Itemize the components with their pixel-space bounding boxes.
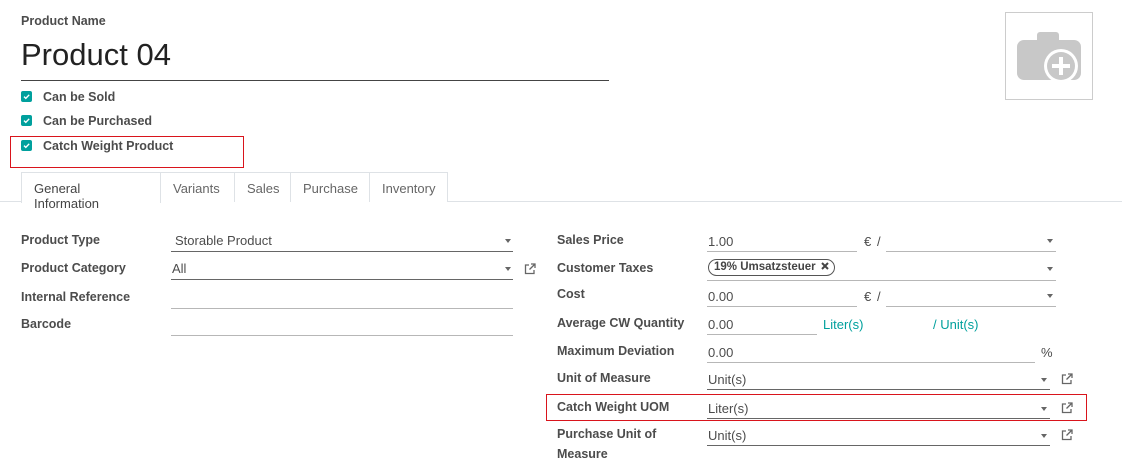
purchase-uom-value: Unit(s) <box>708 428 747 443</box>
product-category-value: All <box>172 261 187 276</box>
tax-tag-label: 19% Umsatzsteuer <box>714 261 816 273</box>
product-name-value: Product 04 <box>21 37 171 72</box>
customer-taxes-field[interactable]: 19% Umsatzsteuer <box>707 257 1056 281</box>
product-image[interactable] <box>1005 12 1093 100</box>
external-link-icon[interactable] <box>1060 401 1074 415</box>
product-name-field[interactable]: Product 04 <box>21 34 609 81</box>
product-type-label: Product Type <box>21 233 100 247</box>
purchase-uom-select[interactable]: Unit(s) <box>707 424 1050 446</box>
chevron-down-icon <box>1047 239 1053 243</box>
product-category-select[interactable]: All <box>171 258 513 280</box>
cost-input[interactable]: 0.00 <box>707 285 857 307</box>
barcode-input[interactable] <box>171 315 513 336</box>
percent-symbol: % <box>1041 345 1053 360</box>
product-type-select[interactable]: Storable Product <box>171 230 513 252</box>
sales-price-label: Sales Price <box>557 233 624 247</box>
product-category-label: Product Category <box>21 261 126 275</box>
can-be-purchased-label: Can be Purchased <box>43 114 153 128</box>
avg-cw-unit-link[interactable]: Liter(s) <box>823 317 863 332</box>
avg-cw-quantity-input[interactable]: 0.00 <box>707 313 817 335</box>
chevron-down-icon <box>1047 294 1053 298</box>
chevron-down-icon <box>1041 378 1047 382</box>
avg-cw-quantity-label: Average CW Quantity <box>557 316 685 330</box>
tab-purchase[interactable]: Purchase <box>290 172 370 202</box>
cost-label: Cost <box>557 287 585 301</box>
cw-uom-select[interactable]: Liter(s) <box>707 397 1050 419</box>
product-type-value: Storable Product <box>175 233 272 248</box>
external-link-icon[interactable] <box>1060 428 1074 442</box>
max-deviation-value: 0.00 <box>708 345 734 360</box>
catch-weight-label: Catch Weight Product <box>43 139 174 153</box>
currency-symbol: € <box>864 289 872 304</box>
avg-cw-quantity-value: 0.00 <box>708 317 734 332</box>
cost-uom-select[interactable] <box>886 285 1056 307</box>
chevron-down-icon <box>505 267 511 271</box>
barcode-label: Barcode <box>21 317 72 331</box>
chevron-down-icon <box>1047 267 1053 271</box>
product-name-label: Product Name <box>21 14 106 28</box>
sales-price-uom-select[interactable] <box>886 230 1056 252</box>
internal-reference-input[interactable] <box>171 288 513 309</box>
chevron-down-icon <box>1041 407 1047 411</box>
price-slash: / <box>877 234 881 249</box>
uom-label: Unit of Measure <box>557 371 651 385</box>
checkbox-checked-icon[interactable] <box>21 140 32 151</box>
camera-plus-icon <box>1017 32 1081 83</box>
cost-value: 0.00 <box>708 289 734 304</box>
internal-reference-label: Internal Reference <box>21 290 131 304</box>
chevron-down-icon <box>1041 434 1047 438</box>
max-deviation-label: Maximum Deviation <box>557 344 675 358</box>
sales-price-value: 1.00 <box>708 234 734 249</box>
cw-uom-label: Catch Weight UOM <box>557 400 670 414</box>
chevron-down-icon <box>505 239 511 243</box>
customer-taxes-label: Customer Taxes <box>557 261 654 275</box>
currency-symbol: € <box>864 234 872 249</box>
remove-tag-icon[interactable] <box>821 262 829 270</box>
tab-variants[interactable]: Variants <box>160 172 235 202</box>
sales-price-input[interactable]: 1.00 <box>707 230 857 252</box>
cw-uom-value: Liter(s) <box>708 401 749 416</box>
tab-sales[interactable]: Sales <box>234 172 291 202</box>
uom-select[interactable]: Unit(s) <box>707 368 1050 390</box>
tax-tag: 19% Umsatzsteuer <box>708 259 835 276</box>
checkbox-checked-icon[interactable] <box>21 115 32 126</box>
price-slash: / <box>877 289 881 304</box>
can-be-sold-label: Can be Sold <box>43 90 116 104</box>
avg-cw-per-unit-link[interactable]: / Unit(s) <box>933 317 979 332</box>
max-deviation-input[interactable]: 0.00 <box>707 341 1035 363</box>
external-link-icon[interactable] <box>1060 372 1074 386</box>
uom-value: Unit(s) <box>708 372 747 387</box>
external-link-icon[interactable] <box>523 262 537 276</box>
purchase-uom-label-line1: Purchase Unit of <box>557 427 657 441</box>
checkbox-checked-icon[interactable] <box>21 91 32 102</box>
tab-inventory[interactable]: Inventory <box>369 172 448 202</box>
purchase-uom-label-line2: Measure <box>557 447 608 461</box>
tab-general-information[interactable]: General Information <box>21 172 161 211</box>
